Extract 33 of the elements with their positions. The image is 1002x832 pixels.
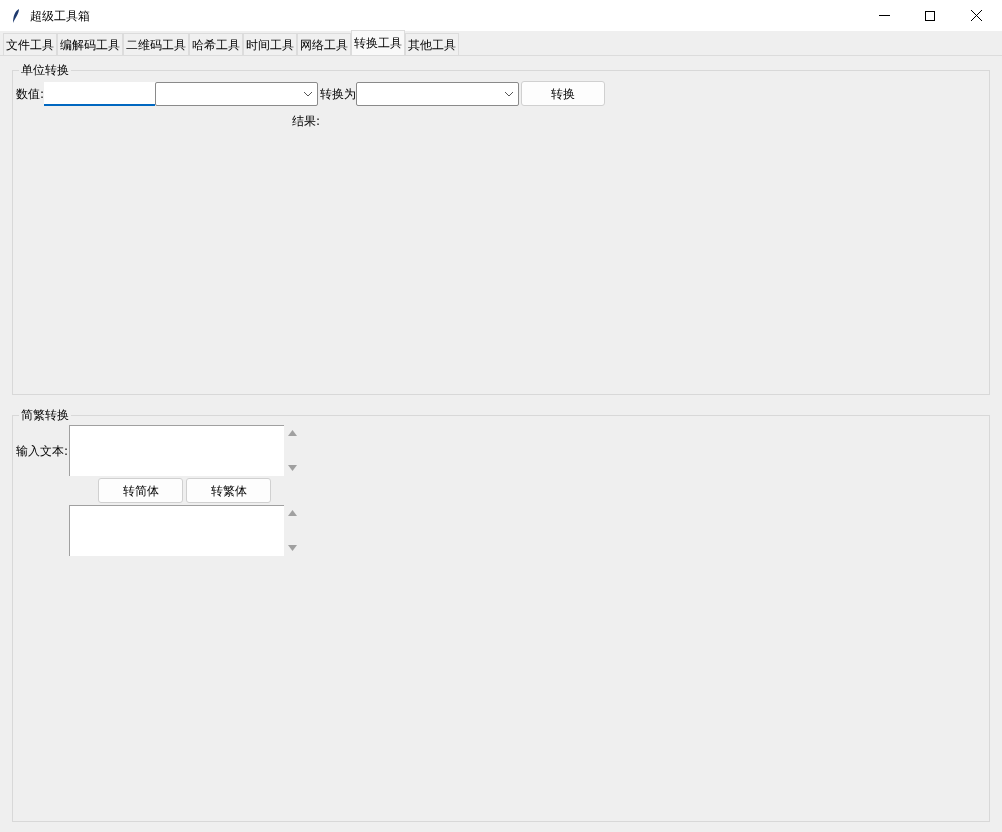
action-button[interactable]: 转繁体 bbox=[186, 478, 271, 503]
tab[interactable]: 编解码工具 bbox=[57, 33, 123, 55]
minimize-icon bbox=[878, 15, 890, 16]
maximize-icon bbox=[925, 10, 935, 21]
field-label: 数值: bbox=[16, 85, 45, 103]
tab[interactable]: 二维码工具 bbox=[123, 33, 189, 55]
text-area[interactable] bbox=[69, 505, 284, 556]
scroll-down-icon[interactable] bbox=[287, 545, 297, 551]
chevron-down-icon bbox=[303, 90, 314, 97]
tab[interactable]: 哈希工具 bbox=[189, 33, 243, 55]
input-field[interactable] bbox=[44, 81, 156, 106]
group-title: 简繁转换 bbox=[19, 407, 71, 423]
close-icon bbox=[970, 10, 982, 21]
tab[interactable]: 其他工具 bbox=[405, 33, 459, 55]
group-title: 单位转换 bbox=[19, 62, 71, 78]
window-title: 超级工具箱 bbox=[30, 7, 90, 25]
action-button[interactable]: 转换 bbox=[521, 81, 606, 106]
scroll-down-icon[interactable] bbox=[287, 465, 297, 471]
field-label: 输入文本: bbox=[16, 442, 69, 460]
field-label: 转换为 bbox=[320, 85, 357, 103]
scroll-up-icon[interactable] bbox=[287, 430, 297, 436]
tab[interactable]: 网络工具 bbox=[297, 33, 351, 55]
result-label: 结果: bbox=[292, 113, 321, 130]
dropdown[interactable] bbox=[356, 81, 520, 106]
tab[interactable]: 转换工具 bbox=[351, 30, 405, 55]
dropdown[interactable] bbox=[155, 81, 319, 106]
tab[interactable]: 文件工具 bbox=[3, 33, 57, 55]
scroll-up-icon[interactable] bbox=[287, 510, 297, 516]
feather-icon bbox=[11, 7, 21, 24]
text-area[interactable] bbox=[69, 425, 284, 476]
tab[interactable]: 时间工具 bbox=[243, 33, 297, 55]
action-button[interactable]: 转简体 bbox=[98, 478, 183, 503]
chevron-down-icon bbox=[504, 90, 515, 97]
